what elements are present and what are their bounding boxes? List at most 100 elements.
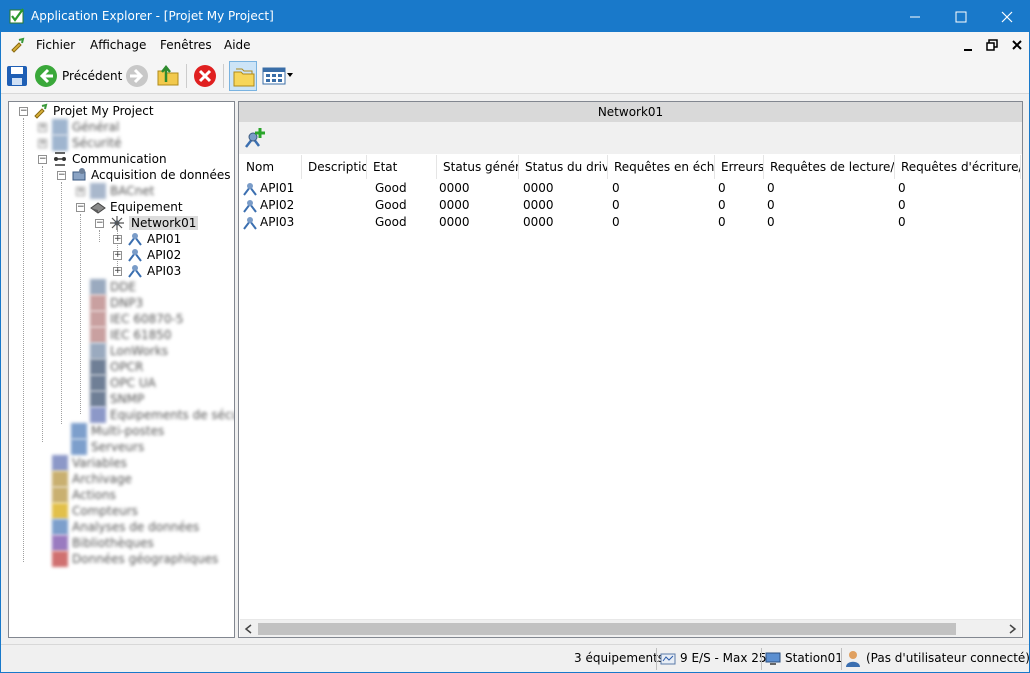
tree-item-communication[interactable]: Communication (52, 151, 167, 167)
io-count: 9 E/S - Max 25 (680, 651, 767, 665)
expand-toggle[interactable]: + (113, 251, 122, 260)
collapse-toggle[interactable]: − (95, 219, 104, 228)
expand-toggle[interactable]: + (113, 235, 122, 244)
tree-guide (99, 230, 100, 242)
project-tree[interactable]: − Projet My Project + Général + Sécurité… (8, 101, 235, 638)
cell-erreurs: 0 (718, 198, 726, 212)
horizontal-scrollbar[interactable] (240, 619, 1021, 637)
tree-item-donnees-geo[interactable]: Données géographiques (52, 551, 218, 567)
table-row[interactable]: API03 Good 0000 0000 0 0 0 0 (240, 214, 1021, 231)
cell-lecture: 0 (767, 215, 775, 229)
tree-item-equipement[interactable]: Equipement (90, 199, 183, 215)
view-mode-icon[interactable] (262, 64, 286, 88)
tree-item-opcua[interactable]: OPC UA (90, 375, 156, 391)
tree-guide (42, 166, 43, 442)
cell-status-driver: 0000 (523, 215, 554, 229)
chevron-down-icon[interactable] (287, 73, 293, 77)
collapse-toggle[interactable]: − (76, 203, 85, 212)
table-row[interactable]: API01 Good 0000 0000 0 0 0 0 (240, 180, 1021, 197)
project-icon (34, 103, 48, 119)
menu-aide[interactable]: Aide (224, 38, 251, 52)
tree-item-analyses[interactable]: Analyses de données (52, 519, 199, 535)
save-icon[interactable] (5, 64, 29, 88)
column-header-status-driver[interactable]: Status du driver (519, 155, 608, 179)
tree-item-api01[interactable]: API01 (127, 231, 181, 247)
cell-etat: Good (375, 215, 407, 229)
cell-requetes-echec: 0 (612, 215, 620, 229)
collapse-toggle[interactable]: − (38, 155, 47, 164)
menu-affichage[interactable]: Affichage (90, 38, 146, 52)
tree-item-acquisition[interactable]: Acquisition de données (71, 167, 231, 183)
scroll-left-icon[interactable] (244, 624, 252, 634)
tree-item-variables[interactable]: Variables (52, 455, 127, 471)
tree-guide (61, 182, 62, 424)
window-title: Application Explorer - [Projet My Projec… (31, 9, 274, 23)
cell-lecture: 0 (767, 198, 775, 212)
collapse-toggle[interactable]: − (57, 171, 66, 180)
minimize-button[interactable] (892, 1, 938, 32)
mdi-restore-icon[interactable] (986, 39, 998, 51)
column-header-erreurs[interactable]: Erreurs (715, 155, 764, 179)
tree-item-snmp[interactable]: SNMP (90, 391, 144, 407)
scroll-right-icon[interactable] (1009, 624, 1017, 634)
tree-item-actions[interactable]: Actions (52, 487, 116, 503)
tree-item-compteurs[interactable]: Compteurs (52, 503, 138, 519)
column-header-requetes-lecture[interactable]: Requêtes de lecture/sec (764, 155, 895, 179)
folder-up-icon[interactable] (156, 64, 180, 88)
tree-item-securite-equipements[interactable]: Equipements de sécurité (90, 407, 234, 423)
user-status: (Pas d'utilisateur connecté) (866, 651, 1030, 665)
expand-toggle[interactable]: + (113, 267, 122, 276)
plc-icon (128, 249, 142, 262)
column-header-nom[interactable]: Nom (240, 155, 302, 179)
tree-item-general[interactable]: Général (52, 119, 119, 135)
app-menu-icon[interactable] (10, 37, 26, 53)
equipment-list[interactable]: Nom Description Etat Status général Stat… (240, 155, 1021, 619)
tree-item-lonworks[interactable]: LonWorks (90, 343, 168, 359)
tree-item-iec60870[interactable]: IEC 60870-5 (90, 311, 183, 327)
maximize-button[interactable] (938, 1, 984, 32)
back-icon[interactable] (34, 64, 58, 88)
mdi-minimize-icon[interactable] (963, 42, 973, 52)
tree-item-dnp3[interactable]: DNP3 (90, 295, 143, 311)
mdi-close-icon[interactable] (1011, 39, 1023, 51)
minimize-icon (910, 16, 920, 17)
tree-item-serveurs[interactable]: Serveurs (71, 439, 144, 455)
cell-erreurs: 0 (718, 215, 726, 229)
back-button-label[interactable]: Précédent (62, 69, 122, 83)
table-row[interactable]: API02 Good 0000 0000 0 0 0 0 (240, 197, 1021, 214)
collapse-toggle[interactable]: − (19, 107, 28, 116)
tree-item-bibliotheques[interactable]: Bibliothèques (52, 535, 154, 551)
toolbar-separator (186, 64, 187, 88)
menu-fichier[interactable]: Fichier (36, 38, 75, 52)
tree-root[interactable]: Projet My Project (33, 103, 154, 119)
column-header-description[interactable]: Description (302, 155, 367, 179)
user-icon (846, 651, 860, 667)
column-header-requetes-echec[interactable]: Requêtes en échec (608, 155, 715, 179)
tree-item-dde[interactable]: DDE (90, 279, 136, 295)
tree-item-api03[interactable]: API03 (127, 263, 181, 279)
add-equipment-icon[interactable] (243, 126, 267, 150)
forward-icon[interactable] (125, 64, 149, 88)
tree-item-archivage[interactable]: Archivage (52, 471, 132, 487)
tree-item-api02[interactable]: API02 (127, 247, 181, 263)
folders-toggle-button[interactable] (229, 61, 257, 91)
tree-item-opcr[interactable]: OPCR (90, 359, 143, 375)
tree-item-securite[interactable]: Sécurité (52, 135, 122, 151)
plc-icon (128, 265, 142, 278)
column-header-status-general[interactable]: Status général (437, 155, 519, 179)
expand-toggle[interactable]: + (38, 139, 47, 148)
tree-item-bacnet[interactable]: BACnet (90, 183, 154, 199)
column-header-etat[interactable]: Etat (367, 155, 437, 179)
close-button[interactable] (984, 1, 1030, 32)
column-header-requetes-ecriture[interactable]: Requêtes d'écriture/sec (895, 155, 1021, 179)
menu-fenetres[interactable]: Fenêtres (160, 38, 212, 52)
expand-toggle[interactable]: + (38, 123, 47, 132)
panel-toolbar (239, 122, 1022, 154)
tree-item-iec61850[interactable]: IEC 61850 (90, 327, 172, 343)
tree-item-multipostes[interactable]: Multi-postes (71, 423, 164, 439)
scrollbar-thumb[interactable] (258, 623, 956, 635)
cell-nom: API01 (260, 181, 295, 195)
stop-icon[interactable] (193, 64, 217, 88)
tree-item-network01[interactable]: Network01 (109, 215, 199, 231)
expand-toggle[interactable]: + (76, 187, 85, 196)
